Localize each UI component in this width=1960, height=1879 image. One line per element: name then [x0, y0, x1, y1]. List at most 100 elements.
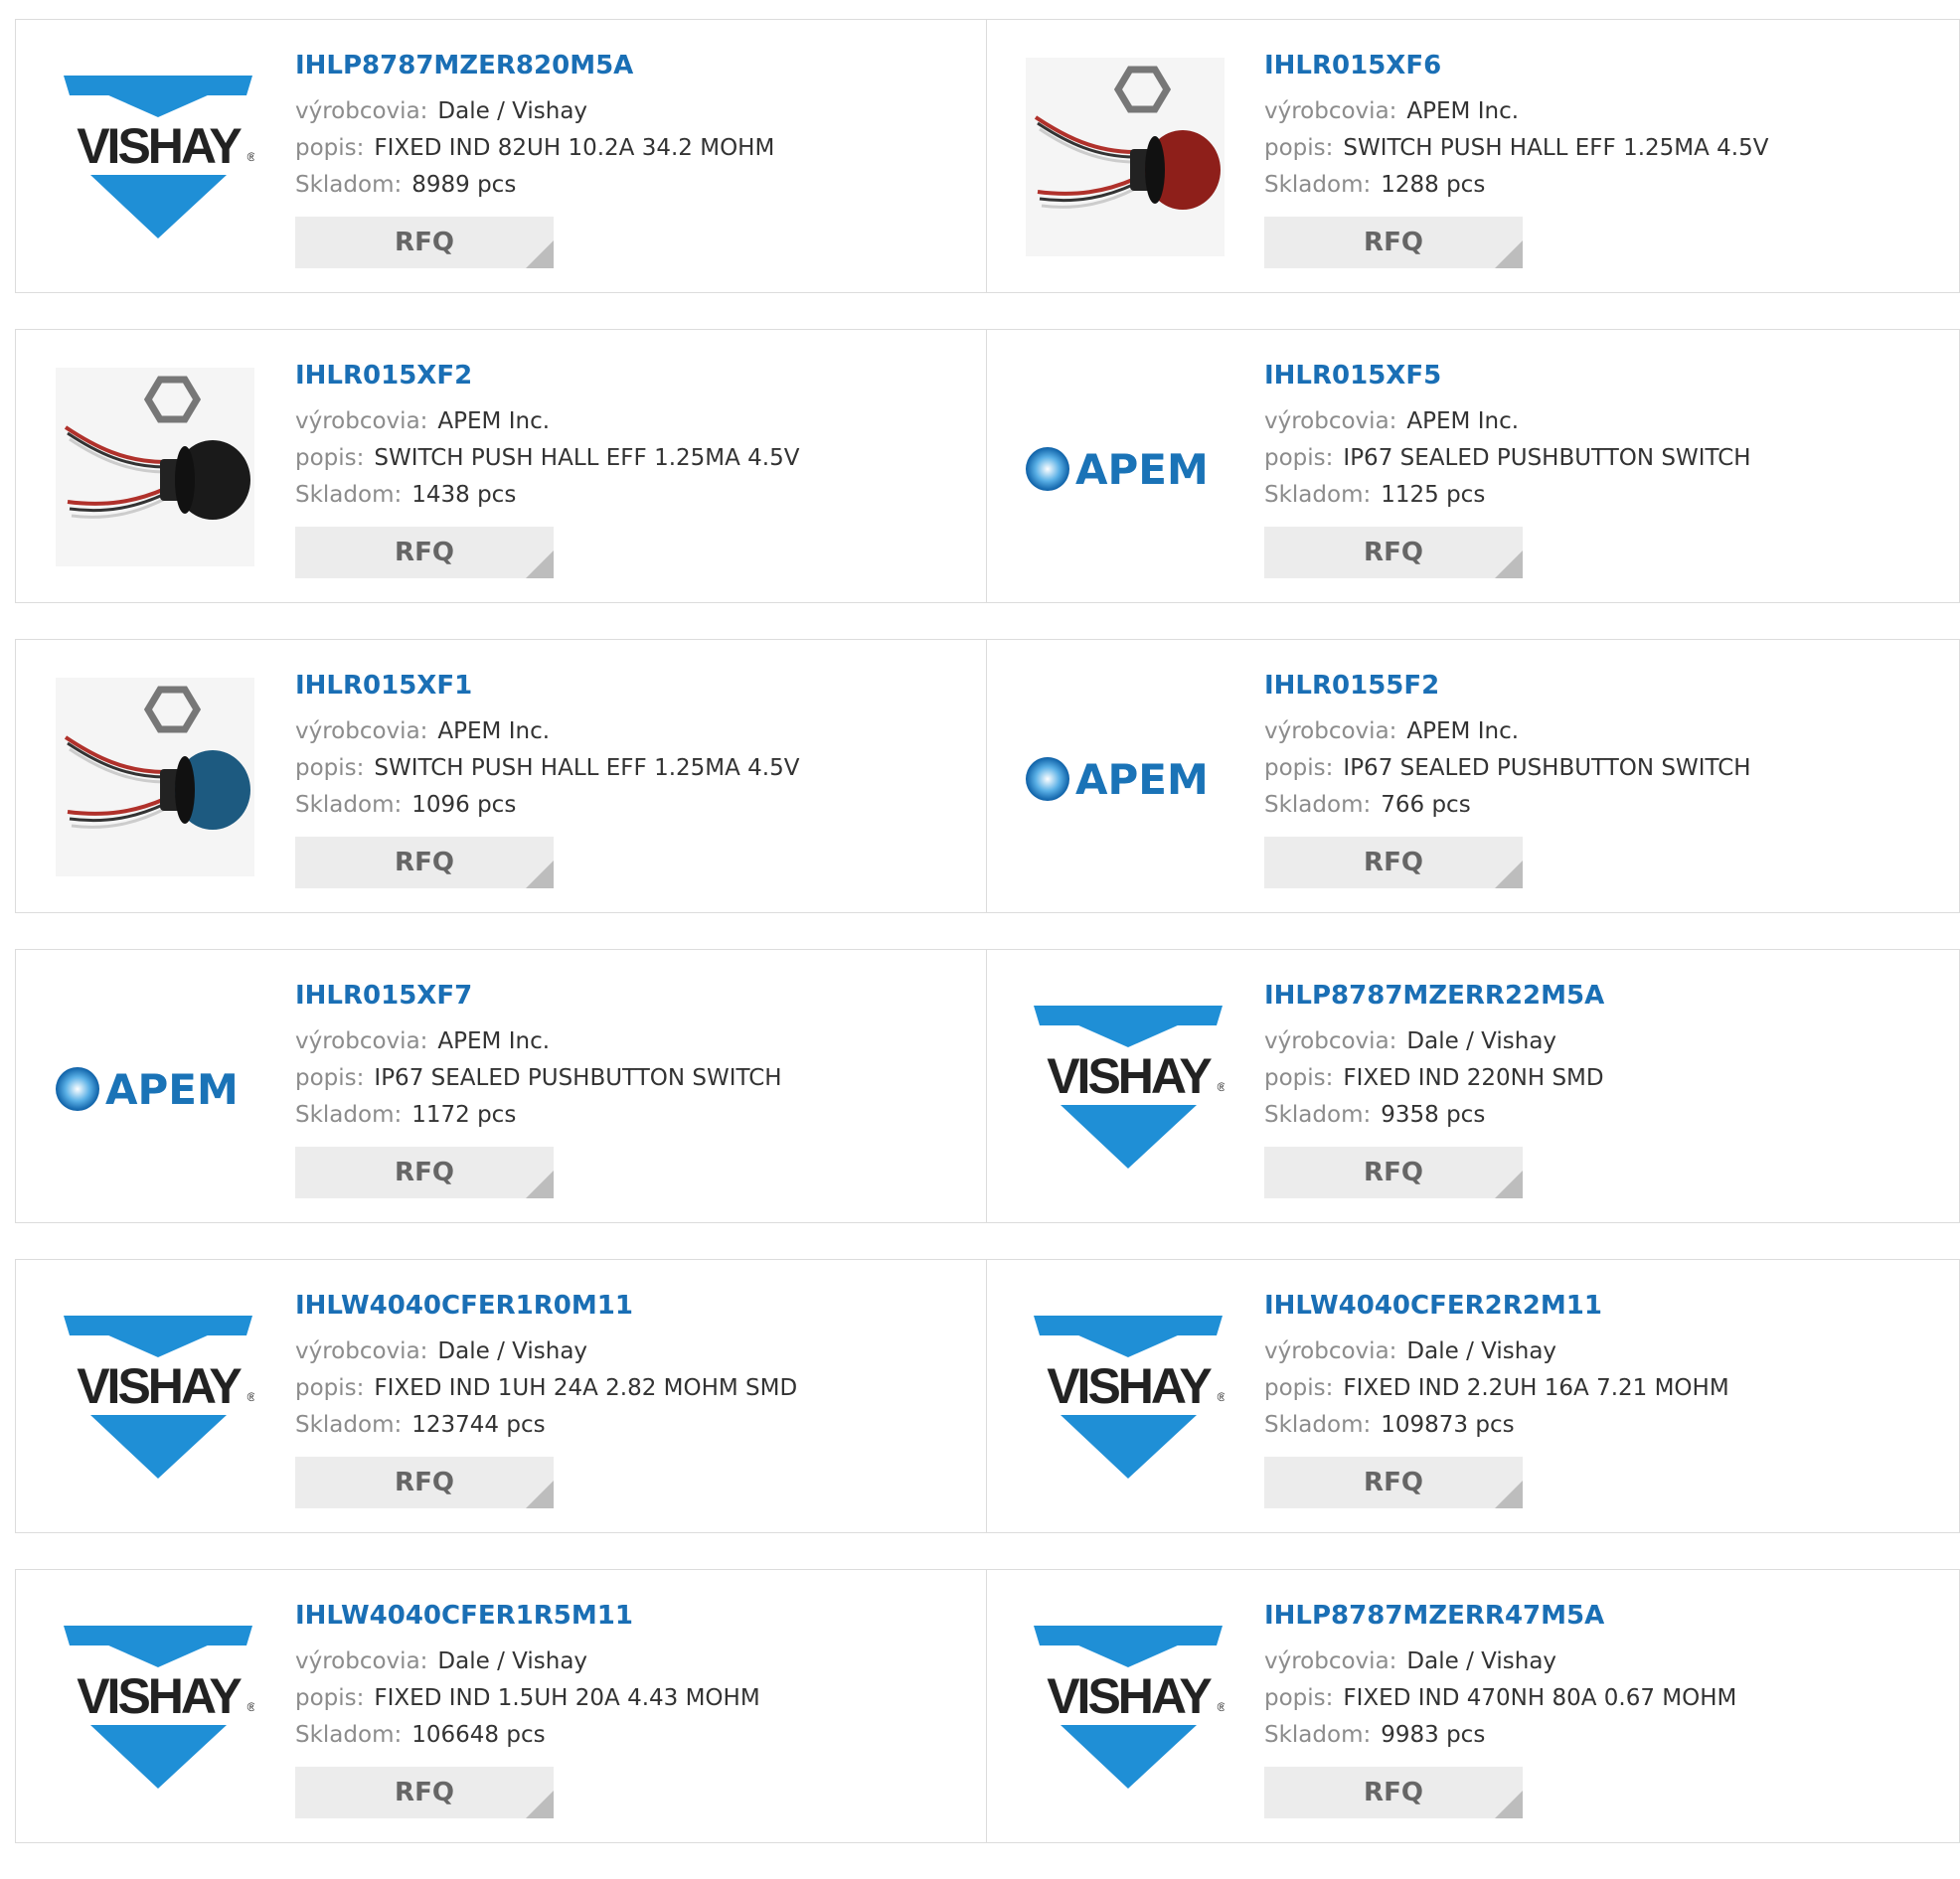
stock-value: 123744 pcs	[411, 1412, 546, 1438]
rfq-button-label: RFQ	[1364, 538, 1423, 567]
manufacturer-value: APEM Inc.	[1406, 718, 1520, 744]
manufacturer-label: výrobcovia:	[1264, 98, 1397, 124]
description-label: popis:	[295, 755, 365, 781]
corner-fold-icon	[526, 1481, 554, 1508]
description-label: popis:	[295, 1065, 365, 1091]
corner-fold-icon	[526, 240, 554, 268]
rfq-button[interactable]: RFQ	[295, 217, 554, 268]
product-info: IHLP8787MZERR47M5A výrobcovia: Dale / Vis…	[1264, 1598, 1736, 1818]
vishay-logo: VISHAY ®	[64, 76, 254, 238]
pushbutton-switch-photo	[1026, 58, 1225, 256]
manufacturer-line: výrobcovia: APEM Inc.	[1264, 713, 1751, 750]
rfq-button[interactable]: RFQ	[1264, 837, 1523, 888]
stock-label: Skladom:	[1264, 172, 1372, 198]
description-line: popis: IP67 SEALED PUSHBUTTON SWITCH	[295, 1060, 782, 1097]
vishay-logo-text: VISHAY	[77, 118, 242, 174]
product-info: IHLR015XF6 výrobcovia: APEM Inc. popis: SW…	[1264, 48, 1769, 268]
description-label: popis:	[295, 1685, 365, 1711]
stock-value: 9983 pcs	[1381, 1722, 1486, 1748]
pushbutton-switch-photo	[56, 368, 254, 566]
stock-value: 1438 pcs	[411, 482, 517, 508]
product-image[interactable]: VISHAY ®	[56, 1298, 254, 1496]
manufacturer-line: výrobcovia: Dale / Vishay	[295, 1333, 797, 1370]
product-image[interactable]	[56, 678, 254, 876]
part-number-link[interactable]: IHLP8787MZERR47M5A	[1264, 1598, 1736, 1634]
description-line: popis: SWITCH PUSH HALL EFF 1.25MA 4.5V	[295, 440, 800, 477]
stock-label: Skladom:	[295, 172, 403, 198]
apem-logo-text: APEM	[105, 1065, 239, 1114]
part-number-link[interactable]: IHLW4040CFER2R2M11	[1264, 1288, 1729, 1324]
product-info: IHLR0155F2 výrobcovia: APEM Inc. popis: IP…	[1264, 668, 1751, 888]
rfq-button[interactable]: RFQ	[1264, 1147, 1523, 1198]
corner-fold-icon	[526, 1171, 554, 1198]
description-label: popis:	[295, 445, 365, 471]
product-image[interactable]: VISHAY ®	[1026, 988, 1225, 1186]
product-image[interactable]: APEM	[1026, 368, 1225, 566]
product-image[interactable]: VISHAY ®	[56, 58, 254, 256]
part-number-link[interactable]: IHLR015XF7	[295, 978, 782, 1014]
product-info: IHLW4040CFER1R0M11 výrobcovia: Dale / Vis…	[295, 1288, 797, 1508]
part-number-link[interactable]: IHLR015XF1	[295, 668, 800, 704]
product-info: IHLR015XF7 výrobcovia: APEM Inc. popis: IP…	[295, 978, 782, 1198]
description-value: SWITCH PUSH HALL EFF 1.25MA 4.5V	[1343, 135, 1769, 161]
stock-value: 9358 pcs	[1381, 1102, 1486, 1128]
rfq-button[interactable]: RFQ	[295, 1767, 554, 1818]
product-card: VISHAY ® IHLW4040CFER1R5M11 výrobcovia: D…	[15, 1569, 987, 1843]
stock-value: 1288 pcs	[1381, 172, 1486, 198]
description-line: popis: SWITCH PUSH HALL EFF 1.25MA 4.5V	[1264, 130, 1769, 167]
description-value: SWITCH PUSH HALL EFF 1.25MA 4.5V	[374, 755, 800, 781]
rfq-button[interactable]: RFQ	[1264, 217, 1523, 268]
part-number-link[interactable]: IHLR0155F2	[1264, 668, 1751, 704]
rfq-button[interactable]: RFQ	[1264, 1457, 1523, 1508]
manufacturer-value: APEM Inc.	[1406, 408, 1520, 434]
product-image[interactable]: APEM	[56, 988, 254, 1186]
manufacturer-value: Dale / Vishay	[437, 98, 588, 124]
vishay-registered-mark: ®	[247, 1390, 254, 1404]
part-number-link[interactable]: IHLR015XF2	[295, 358, 800, 393]
apem-logo-text: APEM	[1075, 755, 1209, 804]
description-label: popis:	[295, 1375, 365, 1401]
manufacturer-line: výrobcovia: Dale / Vishay	[1264, 1644, 1736, 1680]
rfq-button[interactable]: RFQ	[295, 1147, 554, 1198]
rfq-button[interactable]: RFQ	[295, 1457, 554, 1508]
part-number-link[interactable]: IHLP8787MZER820M5A	[295, 48, 774, 83]
stock-line: Skladom: 9983 pcs	[1264, 1717, 1736, 1754]
rfq-button[interactable]: RFQ	[1264, 527, 1523, 578]
manufacturer-line: výrobcovia: Dale / Vishay	[295, 1644, 760, 1680]
stock-label: Skladom:	[1264, 482, 1372, 508]
apem-logo: APEM	[1026, 445, 1209, 494]
description-line: popis: SWITCH PUSH HALL EFF 1.25MA 4.5V	[295, 750, 800, 787]
stock-value: 8989 pcs	[411, 172, 517, 198]
corner-fold-icon	[1495, 240, 1523, 268]
apem-logo: APEM	[1026, 755, 1209, 804]
product-card: APEM IHLR015XF7 výrobcovia: APEM Inc. pop…	[15, 949, 987, 1223]
manufacturer-line: výrobcovia: Dale / Vishay	[1264, 1333, 1729, 1370]
description-label: popis:	[1264, 445, 1334, 471]
rfq-button[interactable]: RFQ	[295, 527, 554, 578]
manufacturer-label: výrobcovia:	[295, 98, 428, 124]
description-value: FIXED IND 1UH 24A 2.82 MOHM SMD	[374, 1375, 798, 1401]
product-image[interactable]: VISHAY ®	[56, 1608, 254, 1806]
product-card: VISHAY ® IHLP8787MZERR47M5A výrobcovia: D…	[987, 1569, 1960, 1843]
product-image[interactable]: APEM	[1026, 678, 1225, 876]
part-number-link[interactable]: IHLW4040CFER1R5M11	[295, 1598, 760, 1634]
part-number-link[interactable]: IHLP8787MZERR22M5A	[1264, 978, 1604, 1014]
product-row: APEM IHLR015XF7 výrobcovia: APEM Inc. pop…	[15, 949, 1960, 1223]
part-number-link[interactable]: IHLR015XF6	[1264, 48, 1769, 83]
rfq-button[interactable]: RFQ	[1264, 1767, 1523, 1818]
product-image[interactable]: VISHAY ®	[1026, 1608, 1225, 1806]
corner-fold-icon	[526, 1791, 554, 1818]
part-number-link[interactable]: IHLR015XF5	[1264, 358, 1751, 393]
description-label: popis:	[1264, 755, 1334, 781]
stock-value: 1096 pcs	[411, 792, 517, 818]
description-label: popis:	[1264, 135, 1334, 161]
description-label: popis:	[1264, 1685, 1334, 1711]
product-image[interactable]	[1026, 58, 1225, 256]
product-image[interactable]: VISHAY ®	[1026, 1298, 1225, 1496]
description-line: popis: FIXED IND 220NH SMD	[1264, 1060, 1604, 1097]
rfq-button[interactable]: RFQ	[295, 837, 554, 888]
manufacturer-label: výrobcovia:	[295, 1648, 428, 1674]
product-row: VISHAY ® IHLP8787MZER820M5A výrobcovia: D…	[15, 19, 1960, 293]
part-number-link[interactable]: IHLW4040CFER1R0M11	[295, 1288, 797, 1324]
product-image[interactable]	[56, 368, 254, 566]
